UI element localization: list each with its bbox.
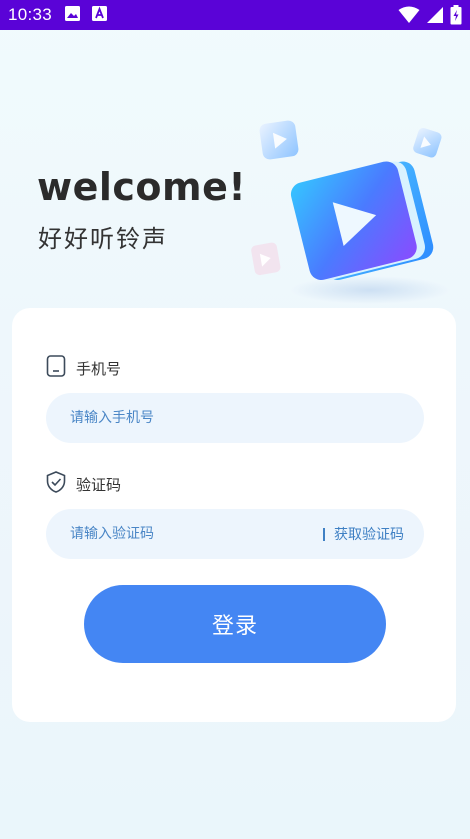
signal-icon <box>426 6 444 28</box>
status-notification-icons <box>64 5 108 26</box>
text-icon <box>91 5 108 26</box>
battery-icon <box>450 5 462 29</box>
get-code-divider <box>323 527 325 541</box>
get-code-button[interactable]: 获取验证码 <box>323 509 404 559</box>
image-icon <box>64 5 81 26</box>
phone-input[interactable] <box>68 409 292 427</box>
tagline: 好好听铃声 <box>38 225 168 253</box>
phone-input-container[interactable] <box>46 393 424 443</box>
status-time: 10:33 <box>8 5 53 24</box>
phone-icon <box>46 355 66 381</box>
login-button[interactable]: 登录 <box>84 585 386 663</box>
status-system-icons <box>398 5 462 29</box>
code-input[interactable] <box>68 525 292 543</box>
play-button-illustration <box>245 110 455 310</box>
code-field-label: 验证码 <box>46 471 121 497</box>
shield-check-icon <box>46 471 66 497</box>
status-bar: 10:33 <box>0 0 470 30</box>
login-card: 手机号 验证码 获取验证码 登录 <box>12 308 456 722</box>
wifi-icon <box>398 6 420 28</box>
phone-label-text: 手机号 <box>76 359 122 378</box>
code-label-text: 验证码 <box>76 475 122 494</box>
get-code-label: 获取验证码 <box>334 527 404 543</box>
phone-field-label: 手机号 <box>46 355 121 381</box>
welcome-heading: welcome! <box>37 165 247 209</box>
code-input-container[interactable]: 获取验证码 <box>46 509 424 559</box>
